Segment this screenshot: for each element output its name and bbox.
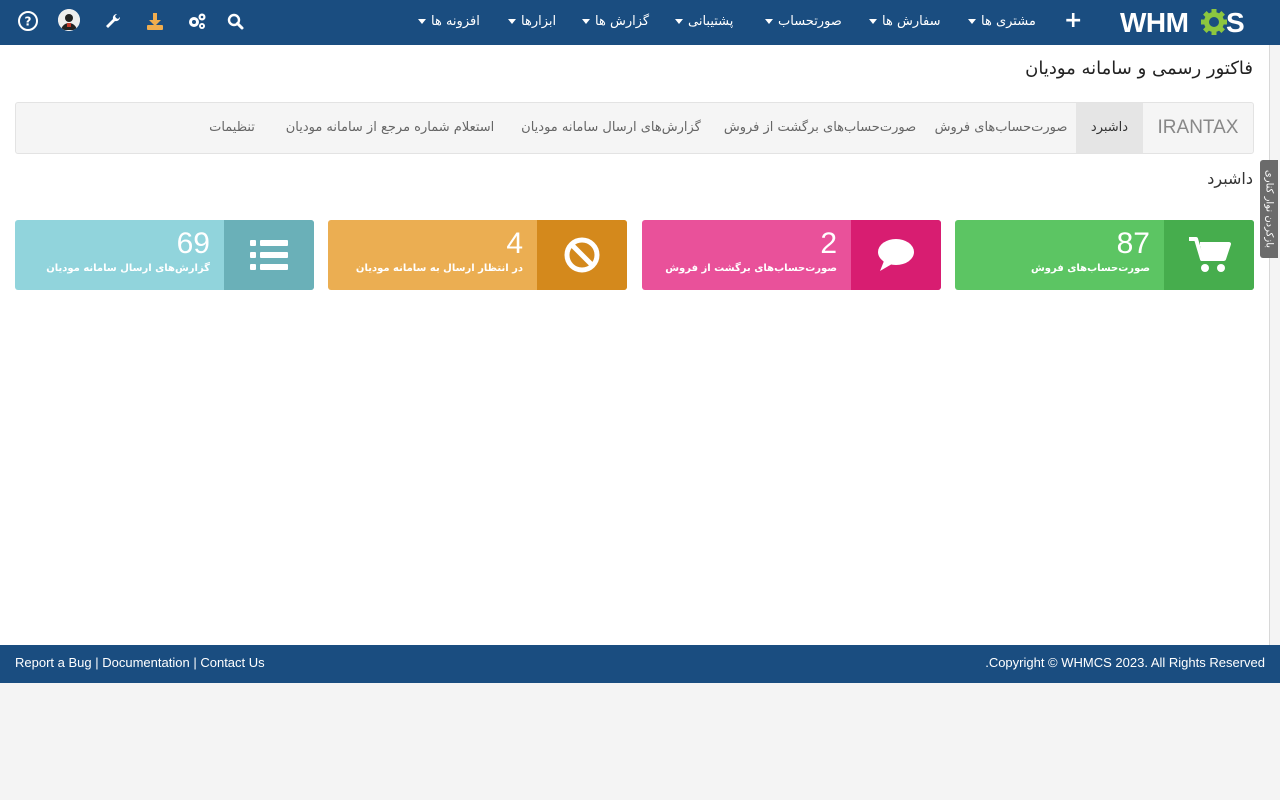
help-icon[interactable]: ? — [17, 10, 39, 32]
card-label: صورت‌حساب‌های فروش — [1030, 263, 1150, 274]
chevron-down-icon — [508, 19, 516, 24]
chevron-down-icon — [765, 19, 773, 24]
copyright-text: Copyright © WHMCS 2023. All Rights Reser… — [985, 655, 1265, 670]
footer-links: Report a Bug | Documentation | Contact U… — [15, 655, 265, 670]
avatar[interactable] — [58, 9, 80, 31]
tab-settings[interactable]: تنظیمات — [192, 103, 272, 153]
whmcs-logo[interactable]: WHM S — [1120, 5, 1248, 39]
svg-text:WHM: WHM — [1120, 7, 1188, 38]
cart-icon — [1164, 220, 1254, 290]
card-count: 69 — [176, 227, 210, 260]
card-count: 4 — [506, 227, 523, 260]
tab-sales-returns[interactable]: صورت‌حساب‌های برگشت از فروش — [714, 103, 926, 153]
stat-card-sales-invoices[interactable]: 87 صورت‌حساب‌های فروش — [955, 220, 1254, 290]
tab-send-reports[interactable]: گزارش‌های ارسال سامانه مودیان — [508, 103, 714, 153]
tab-sales-invoices[interactable]: صورت‌حساب‌های فروش — [926, 103, 1076, 153]
chevron-down-icon — [582, 19, 590, 24]
module-tabs: IRANTAX داشبرد صورت‌حساب‌های فروش صورت‌ح… — [15, 102, 1254, 154]
chevron-down-icon — [869, 19, 877, 24]
add-new-button[interactable]: + — [1064, 10, 1082, 32]
main-content: فاکتور رسمی و سامانه مودیان IRANTAX داشب… — [0, 45, 1270, 645]
stat-card-send-reports[interactable]: 69 گزارش‌های ارسال سامانه مودیان — [15, 220, 314, 290]
download-icon[interactable] — [144, 10, 166, 32]
card-count: 2 — [820, 227, 837, 260]
nav-orders[interactable]: سفارش ها — [869, 11, 941, 33]
open-sidebar-tab[interactable]: بازکردن نوار کناری — [1260, 160, 1278, 258]
card-label: در انتظار ارسال به سامانه مودیان — [355, 263, 523, 274]
wrench-icon[interactable] — [102, 10, 124, 32]
chevron-down-icon — [675, 19, 683, 24]
nav-support[interactable]: پشتیبانی — [675, 11, 733, 33]
report-bug-link[interactable]: Report a Bug — [15, 655, 92, 670]
page-title: فاکتور رسمی و سامانه مودیان — [1025, 58, 1253, 79]
nav-clients[interactable]: مشتری ها — [968, 11, 1036, 33]
footer-separator: | — [95, 655, 99, 670]
section-title: داشبرد — [1207, 169, 1253, 188]
nav-utilities[interactable]: ابزارها — [508, 11, 556, 33]
nav-billing[interactable]: صورتحساب — [765, 11, 842, 33]
tab-dashboard[interactable]: داشبرد — [1076, 103, 1143, 153]
card-count: 87 — [1116, 227, 1150, 260]
stat-card-sales-returns[interactable]: 2 صورت‌حساب‌های برگشت از فروش — [642, 220, 941, 290]
svg-text:?: ? — [25, 15, 32, 29]
footer: Report a Bug | Documentation | Contact U… — [0, 645, 1280, 683]
documentation-link[interactable]: Documentation — [102, 655, 189, 670]
stat-card-pending[interactable]: 4 در انتظار ارسال به سامانه مودیان — [328, 220, 627, 290]
tab-irantax[interactable]: IRANTAX — [1143, 103, 1253, 153]
comment-icon — [851, 220, 941, 290]
card-label: صورت‌حساب‌های برگشت از فروش — [665, 263, 837, 274]
top-navbar: WHM S + مشتری ها سفارش ها صورتحساب پشتیب… — [0, 0, 1280, 45]
gear-icon[interactable] — [186, 10, 208, 32]
svg-text:S: S — [1226, 7, 1245, 38]
search-icon[interactable] — [225, 10, 247, 32]
contact-us-link[interactable]: Contact Us — [200, 655, 264, 670]
tab-reference-inquiry[interactable]: استعلام شماره مرجع از سامانه مودیان — [272, 103, 508, 153]
chevron-down-icon — [968, 19, 976, 24]
side-tab-label: بازکردن نوار کناری — [1263, 169, 1275, 249]
list-icon — [224, 220, 314, 290]
nav-addons[interactable]: افزونه ها — [418, 11, 480, 33]
card-label: گزارش‌های ارسال سامانه مودیان — [46, 263, 210, 274]
footer-separator: | — [193, 655, 197, 670]
nav-reports[interactable]: گزارش ها — [582, 11, 649, 33]
ban-icon — [537, 220, 627, 290]
chevron-down-icon — [418, 19, 426, 24]
